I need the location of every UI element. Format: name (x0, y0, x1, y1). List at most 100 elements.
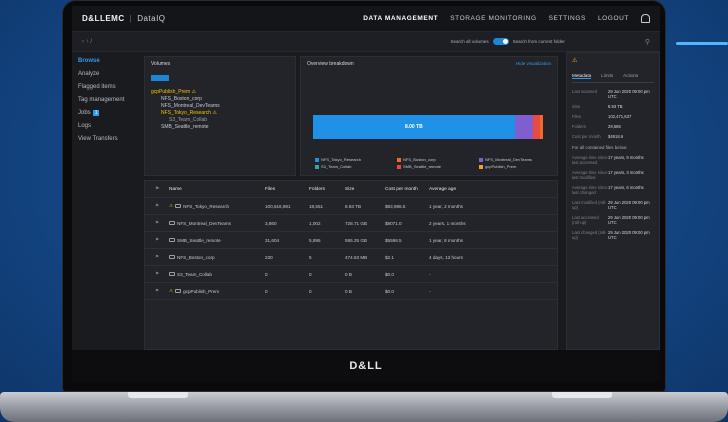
volume-tree-item[interactable]: gcpPublish_Prem ⚠ (151, 89, 289, 96)
sidebar-item-flagged[interactable]: Flagged items (78, 84, 138, 90)
flag-icon[interactable]: ⚑ (145, 288, 169, 294)
row-age: - (429, 271, 431, 277)
folder-icon (175, 289, 182, 293)
metadata-value: $4918.6 (608, 134, 624, 139)
legend-item: NFS_Boston_corp (397, 157, 467, 162)
volume-tree-item[interactable]: S3_Team_Collab (151, 117, 289, 124)
folder-icon (169, 272, 175, 276)
metadata-key: Last changed (roll-up) (572, 230, 607, 240)
table-row[interactable]: ⚑ NFS_Boston_corp 230 5 474.63 MB $2.1 4 days,… (145, 249, 557, 266)
metadata-row: Last modified (roll-up) 29 Jun 2020 09:00… (572, 200, 654, 210)
metadata-value: 29 Jun 2020 09:00 pm UTC (608, 89, 650, 99)
tab-limits[interactable]: Limits (601, 73, 613, 79)
volume-tree-item[interactable]: NFS_Montreal_DevTeams (151, 103, 289, 110)
metadata-list: Last scanned 29 Jun 2020 09:00 pm UTC Size… (572, 89, 654, 139)
jobs-badge: 1 (92, 110, 100, 116)
search-icon[interactable]: ⚲ (645, 38, 650, 46)
col-folders[interactable]: Folders (309, 187, 345, 192)
bar-segment[interactable] (514, 115, 533, 139)
col-cost[interactable]: Cost per month (385, 187, 429, 192)
legend-label: NFS_Montreal_DevTeams (485, 157, 532, 162)
sidebar-item-jobs[interactable]: Jobs 1 (78, 110, 138, 116)
sidebar-item-tags[interactable]: Tag management (78, 97, 138, 103)
nav-data-management[interactable]: DATA MANAGEMENT (363, 15, 438, 22)
row-name-cell[interactable]: NFS_Montreal_DevTeams (169, 221, 265, 226)
row-cost: $5598.5 (385, 237, 402, 243)
bell-icon[interactable] (641, 14, 650, 23)
laptop-chin: D&LL (72, 350, 660, 382)
row-files: 0 (265, 288, 268, 294)
flag-icon[interactable]: ⚑ (145, 220, 169, 226)
col-files[interactable]: Files (265, 187, 309, 192)
search-bar: ‹ ↑ / Search all volumes Search from cur… (72, 32, 660, 52)
table-row[interactable]: ⚑ NFS_Montreal_DevTeams 3,860 1,002 728.71 G… (145, 215, 557, 232)
metadata-row: Last changed (roll-up) 29 Jun 2020 09:00 … (572, 230, 654, 240)
metadata-value: 29 Jun 2020 09:00 pm UTC (608, 200, 650, 210)
row-age: 4 days, 13 hours (429, 254, 463, 260)
table-row[interactable]: ⚑ SMB_Seattle_remote 31,604 5,895 595.25 GB $… (145, 232, 557, 249)
toggle-label-current: Search from current folder (512, 39, 565, 44)
breadcrumb[interactable]: ‹ ↑ / (82, 39, 92, 45)
volume-tag-icon[interactable] (151, 75, 169, 81)
volumes-title: Volumes (151, 61, 171, 67)
chart-legend: NFS_Tokyo_Research NFS_Boston_corp NFS_Mon… (315, 157, 549, 169)
flag-icon[interactable]: ⚑ (145, 254, 169, 260)
col-size[interactable]: Size (345, 187, 385, 192)
row-name-cell[interactable]: ⚠ gcpPublish_Prem (169, 288, 265, 294)
flag-icon[interactable]: ⚑ (145, 203, 169, 209)
legend-label: S3_Team_Collab (321, 164, 352, 169)
metadata-row: Cost per month $4918.6 (572, 134, 654, 139)
table-row[interactable]: ⚑ S3_Team_Collab 0 0 0 B $0.0 - (145, 266, 557, 283)
folder-icon (169, 221, 175, 225)
row-files: 100,616,981 (265, 203, 291, 209)
flag-icon[interactable]: ⚑ (145, 237, 169, 243)
sidebar-item-browse[interactable]: Browse (78, 58, 138, 64)
row-name-cell[interactable]: SMB_Seattle_remote (169, 238, 265, 243)
flag-icon[interactable]: ⚑ (145, 271, 169, 277)
col-age[interactable]: Average age (429, 187, 557, 192)
main-content: Volumes gcpPublish_Prem ⚠ NFS_Boston_corp… (144, 52, 562, 350)
sidebar-item-logs[interactable]: Logs (78, 123, 138, 129)
top-nav: DATA MANAGEMENT STORAGE MONITORING SETTI… (363, 14, 650, 23)
metadata-key: Last modified (roll-up) (572, 200, 607, 210)
row-name-cell[interactable]: S3_Team_Collab (169, 272, 265, 277)
tab-metadata[interactable]: Metadata (572, 73, 592, 79)
hide-visualization-link[interactable]: Hide visualization (516, 61, 551, 66)
tab-actions[interactable]: Actions (623, 73, 638, 79)
metadata-key: Average time since last changed (572, 185, 608, 195)
legend-label: gcpPublish_Prem (485, 164, 517, 169)
sidebar-item-transfers[interactable]: View Transfers (78, 136, 138, 142)
row-name-cell[interactable]: ⚠ NFS_Tokyo_Research (169, 203, 265, 209)
bar-segment[interactable]: 8.00 TB (313, 115, 515, 139)
volumes-table: ⚑ Name Files Folders Size Cost per month… (144, 180, 558, 350)
select-all-icon[interactable]: ⚑ (145, 187, 169, 192)
row-name-cell[interactable]: NFS_Boston_corp (169, 255, 265, 260)
sidebar-item-analyze[interactable]: Analyze (78, 71, 138, 77)
sidebar: Browse Analyze Flagged items Tag managem… (72, 52, 144, 350)
volume-tree-item[interactable]: NFS_Tokyo_Research ⚠ (151, 110, 289, 117)
contained-files-heading: For all contained files below: (572, 145, 628, 150)
metadata-key: Cost per month (572, 134, 601, 139)
warning-icon: ⚠ (169, 288, 174, 293)
legend-item: SMB_Seattle_remote (397, 164, 467, 169)
legend-item: NFS_Montreal_DevTeams (479, 157, 549, 162)
bar-segment[interactable] (540, 115, 543, 139)
metadata-key: Average time since last modified (572, 170, 608, 180)
search-scope-toggle[interactable]: Search all volumes Search from current f… (451, 38, 565, 45)
metadata-row: Folders 29,586 (572, 124, 654, 129)
nav-settings[interactable]: SETTINGS (549, 15, 586, 22)
row-folders: 1,002 (309, 220, 321, 226)
col-name[interactable]: Name (169, 187, 265, 192)
row-cost: $83,986.5 (385, 203, 406, 209)
table-row[interactable]: ⚑ ⚠ NFS_Tokyo_Research 100,616,981 18,551 8.9… (145, 198, 557, 215)
table-row[interactable]: ⚑ ⚠ gcpPublish_Prem 0 0 0 B $0.0 - (145, 283, 557, 300)
bar-segment[interactable] (532, 115, 541, 139)
nav-storage-monitoring[interactable]: STORAGE MONITORING (450, 15, 536, 22)
toggle-switch[interactable] (492, 38, 509, 45)
volume-tree-item[interactable]: NFS_Boston_corp (151, 96, 289, 103)
volume-tree-item[interactable]: SMB_Seattle_remote (151, 124, 289, 131)
legend-swatch (315, 164, 319, 169)
breakdown-bar: 8.00 TB (313, 115, 543, 139)
metadata-key: Folders (572, 124, 586, 129)
nav-logout[interactable]: LOGOUT (598, 15, 629, 22)
